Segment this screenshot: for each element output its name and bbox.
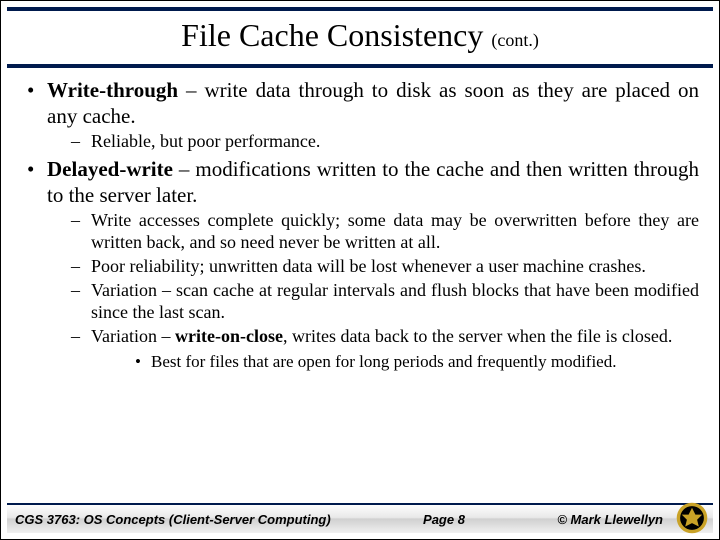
content-area: Write-through – write data through to di… — [1, 68, 719, 373]
sub-text: Reliable, but poor performance. — [91, 131, 320, 151]
footer-page: Page 8 — [331, 512, 558, 527]
list-item: Write-through – write data through to di… — [21, 78, 699, 153]
footer-course: CGS 3763: OS Concepts (Client-Server Com… — [7, 512, 331, 527]
sub-list: Write accesses complete quickly; some da… — [47, 210, 699, 372]
subsub-text: Best for files that are open for long pe… — [151, 352, 616, 371]
title-suffix: (cont.) — [491, 30, 538, 50]
sub-text: Write accesses complete quickly; some da… — [91, 210, 699, 252]
list-item: Variation – write-on-close, writes data … — [47, 326, 699, 373]
subsub-list: Best for files that are open for long pe… — [91, 352, 699, 373]
ucf-logo-icon — [675, 501, 709, 535]
bullet-lead: Delayed-write — [47, 157, 173, 181]
slide: File Cache Consistency (cont.) Write-thr… — [0, 0, 720, 540]
sub-post: , writes data back to the server when th… — [283, 326, 672, 346]
list-item: Reliable, but poor performance. — [47, 131, 699, 153]
list-item: Write accesses complete quickly; some da… — [47, 210, 699, 254]
slide-title: File Cache Consistency (cont.) — [1, 11, 719, 64]
sub-bold: write-on-close — [175, 326, 283, 346]
bullet-lead: Write-through — [47, 78, 178, 102]
sub-pre: Variation – — [91, 326, 175, 346]
footer-bar: CGS 3763: OS Concepts (Client-Server Com… — [7, 503, 713, 533]
list-item: Variation – scan cache at regular interv… — [47, 280, 699, 324]
list-item: Poor reliability; unwritten data will be… — [47, 256, 699, 278]
title-text: File Cache Consistency — [181, 17, 483, 53]
sub-list: Reliable, but poor performance. — [47, 131, 699, 153]
bullet-list: Write-through – write data through to di… — [21, 78, 699, 373]
sub-text: Poor reliability; unwritten data will be… — [91, 256, 646, 276]
list-item: Best for files that are open for long pe… — [91, 352, 699, 373]
list-item: Delayed-write – modifications written to… — [21, 157, 699, 373]
sub-text: Variation – scan cache at regular interv… — [91, 280, 699, 322]
